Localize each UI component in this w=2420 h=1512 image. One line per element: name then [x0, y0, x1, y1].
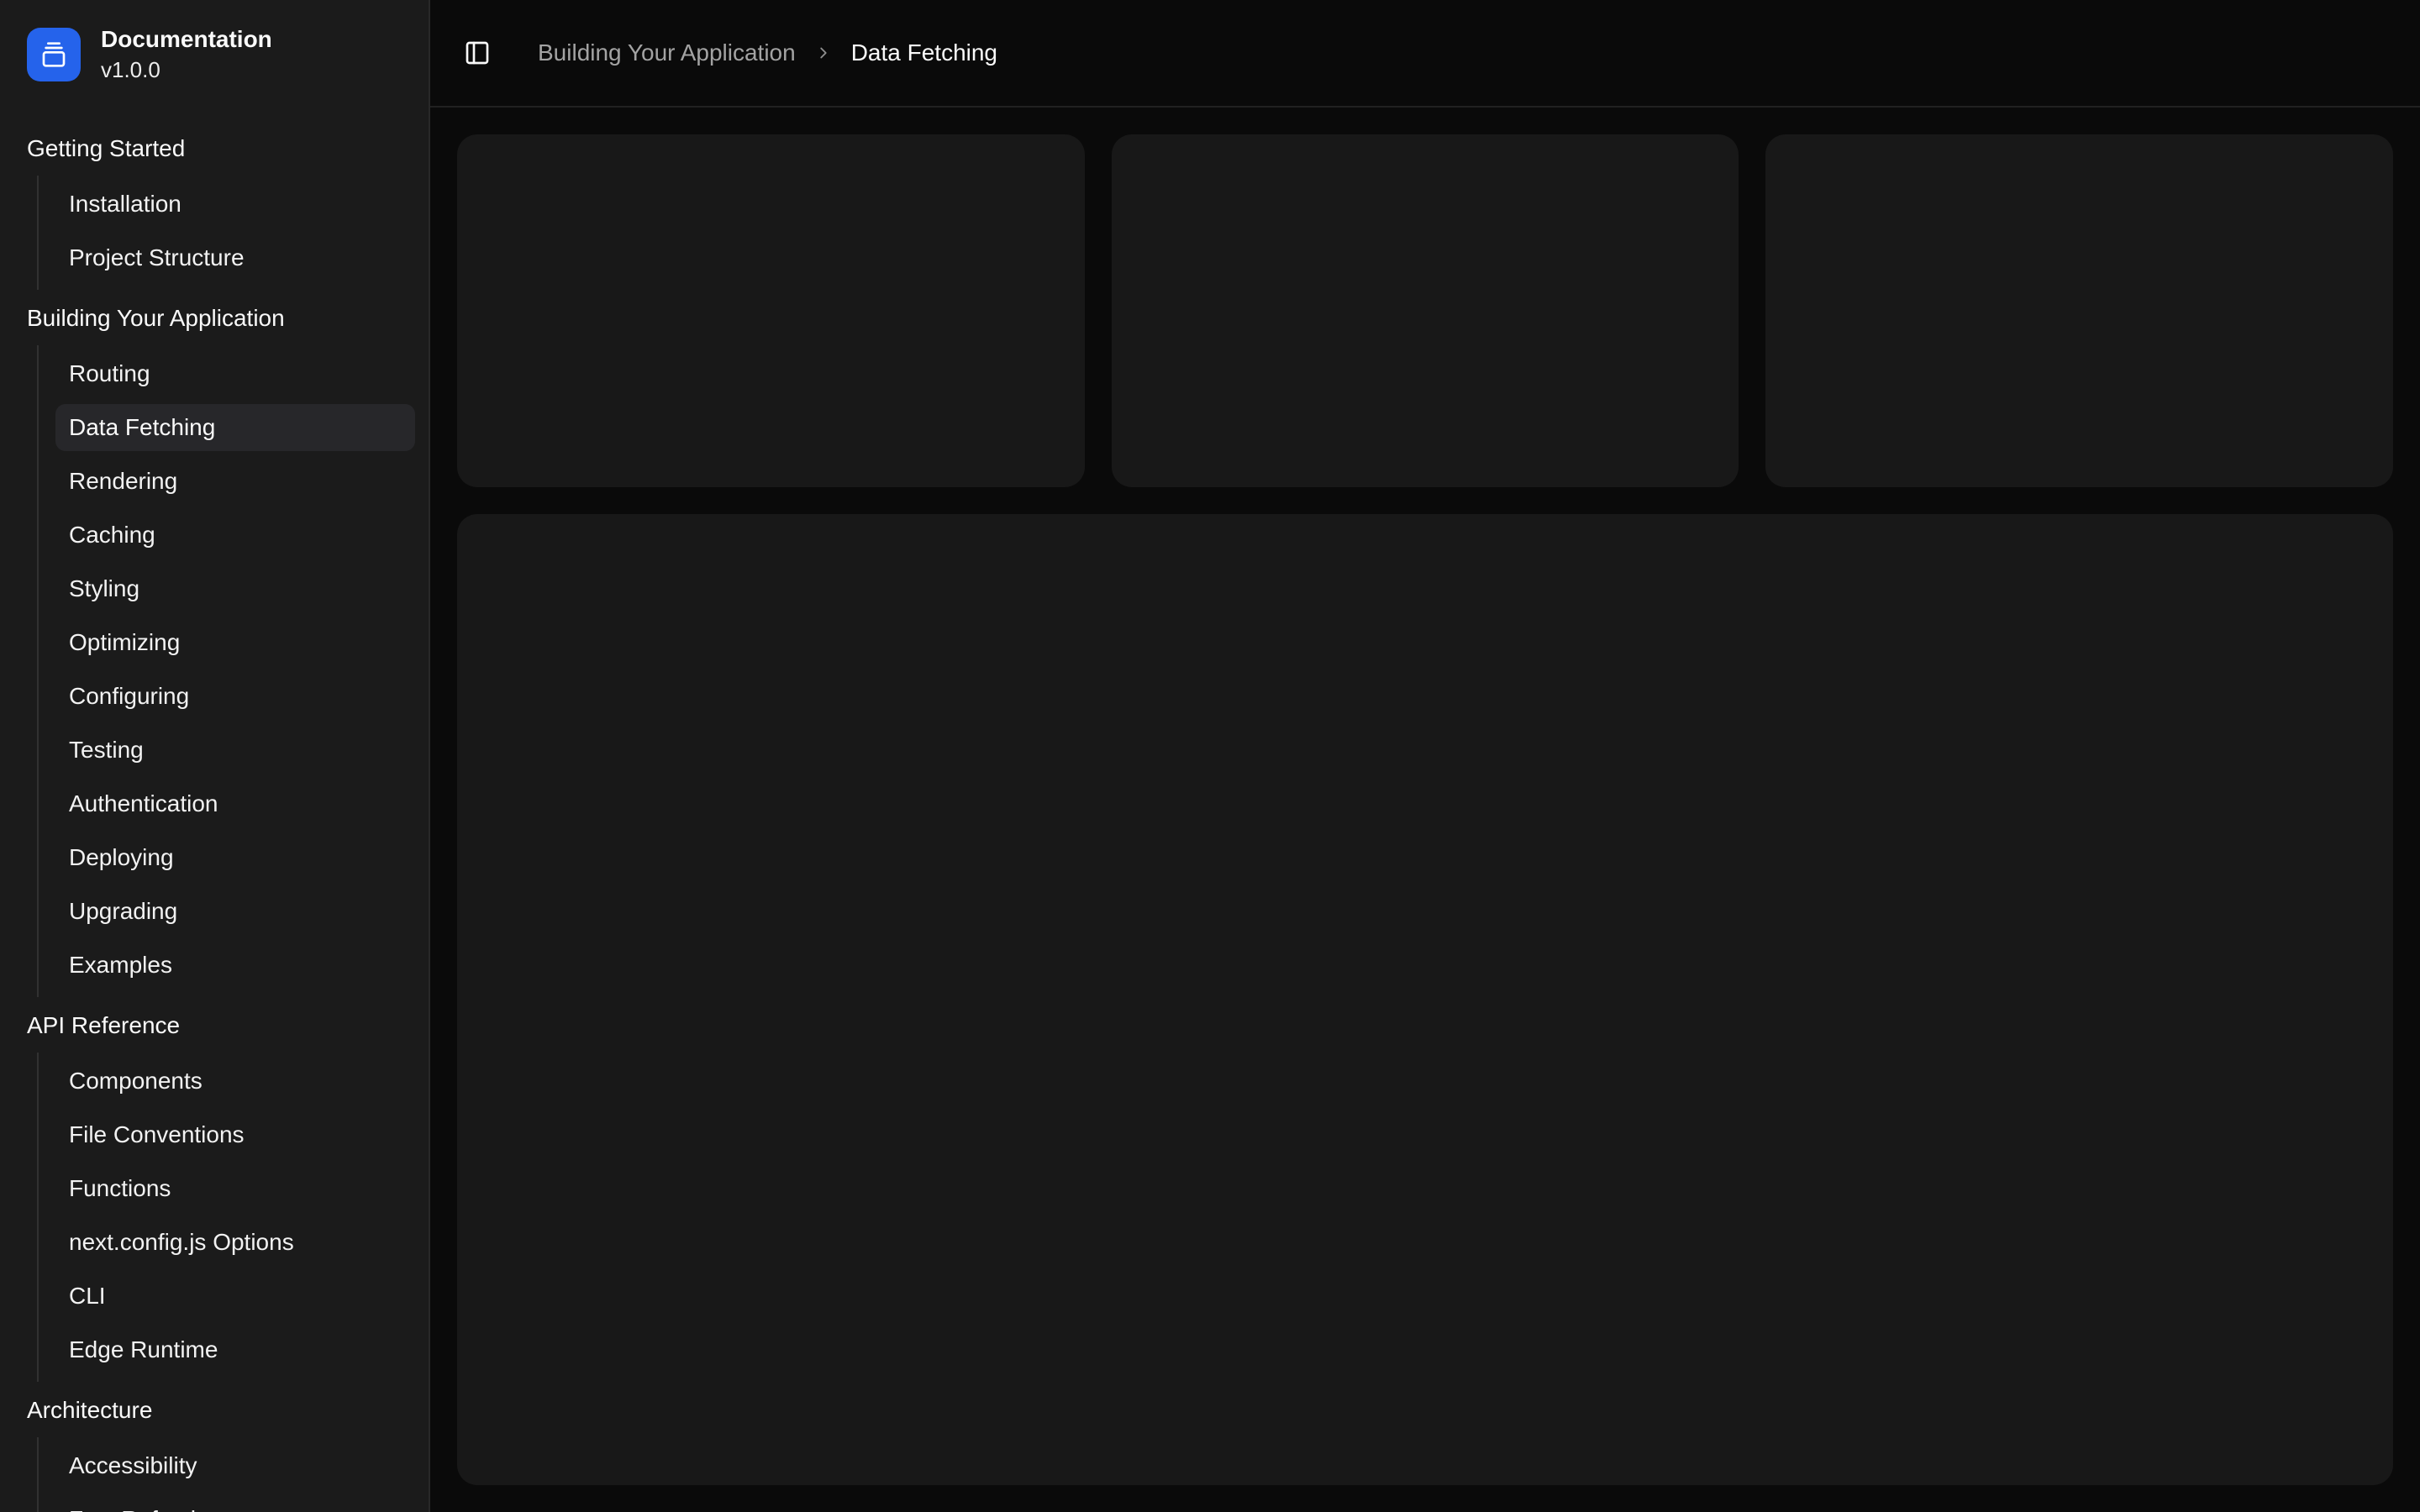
sidebar-item-functions[interactable]: Functions: [55, 1165, 415, 1212]
sidebar: Documentation v1.0.0 Getting Started Ins…: [0, 0, 430, 1512]
sidebar-item-upgrading[interactable]: Upgrading: [55, 888, 415, 935]
placeholder-card-2: [1112, 134, 1739, 487]
content: [430, 108, 2420, 1512]
sidebar-section-building-your-application[interactable]: Building Your Application: [13, 291, 415, 345]
sidebar-section-getting-started[interactable]: Getting Started: [13, 122, 415, 176]
sidebar-item-examples[interactable]: Examples: [55, 942, 415, 989]
sidebar-item-fast-refresh[interactable]: Fast Refresh: [55, 1496, 415, 1512]
gallery-vertical-end-icon: [40, 41, 67, 68]
placeholder-panel: [457, 514, 2393, 1485]
panel-left-icon: [464, 39, 491, 66]
breadcrumb: Building Your Application Data Fetching: [538, 41, 997, 65]
sidebar-section-api-reference[interactable]: API Reference: [13, 999, 415, 1053]
sidebar-item-routing[interactable]: Routing: [55, 350, 415, 397]
sidebar-item-accessibility[interactable]: Accessibility: [55, 1442, 415, 1489]
sidebar-toggle-button[interactable]: [454, 29, 501, 76]
sidebar-item-installation[interactable]: Installation: [55, 181, 415, 228]
sidebar-item-testing[interactable]: Testing: [55, 727, 415, 774]
sidebar-item-optimizing[interactable]: Optimizing: [55, 619, 415, 666]
sidebar-item-authentication[interactable]: Authentication: [55, 780, 415, 827]
chevron-right-icon: [814, 44, 833, 62]
sidebar-item-rendering[interactable]: Rendering: [55, 458, 415, 505]
sidebar-item-cli[interactable]: CLI: [55, 1273, 415, 1320]
sidebar-item-components[interactable]: Components: [55, 1058, 415, 1105]
placeholder-card-1: [457, 134, 1085, 487]
sidebar-item-deploying[interactable]: Deploying: [55, 834, 415, 881]
sidebar-sublist-building-your-application: Routing Data Fetching Rendering Caching …: [37, 345, 415, 997]
app-logo: [27, 28, 81, 81]
sidebar-header-button[interactable]: Documentation v1.0.0: [0, 0, 429, 102]
sidebar-item-next-config-js-options[interactable]: next.config.js Options: [55, 1219, 415, 1266]
sidebar-item-configuring[interactable]: Configuring: [55, 673, 415, 720]
app-title: Documentation: [101, 27, 272, 53]
sidebar-item-edge-runtime[interactable]: Edge Runtime: [55, 1326, 415, 1373]
sidebar-item-project-structure[interactable]: Project Structure: [55, 234, 415, 281]
sidebar-sublist-api-reference: Components File Conventions Functions ne…: [37, 1053, 415, 1382]
breadcrumb-current-page: Data Fetching: [851, 41, 997, 65]
header: Building Your Application Data Fetching: [430, 0, 2420, 108]
sidebar-section-architecture[interactable]: Architecture: [13, 1383, 415, 1437]
sidebar-sublist-architecture: Accessibility Fast Refresh: [37, 1437, 415, 1512]
breadcrumb-parent-link[interactable]: Building Your Application: [538, 41, 796, 65]
sidebar-sublist-getting-started: Installation Project Structure: [37, 176, 415, 290]
sidebar-item-file-conventions[interactable]: File Conventions: [55, 1111, 415, 1158]
app-version: v1.0.0: [101, 58, 272, 82]
app-title-block: Documentation v1.0.0: [101, 27, 272, 81]
placeholder-card-3: [1765, 134, 2393, 487]
sidebar-item-styling[interactable]: Styling: [55, 565, 415, 612]
main-area: Building Your Application Data Fetching: [430, 0, 2420, 1512]
sidebar-item-data-fetching[interactable]: Data Fetching: [55, 404, 415, 451]
placeholder-card-row: [457, 134, 2393, 487]
sidebar-menu: Getting Started Installation Project Str…: [0, 102, 429, 1512]
sidebar-item-caching[interactable]: Caching: [55, 512, 415, 559]
